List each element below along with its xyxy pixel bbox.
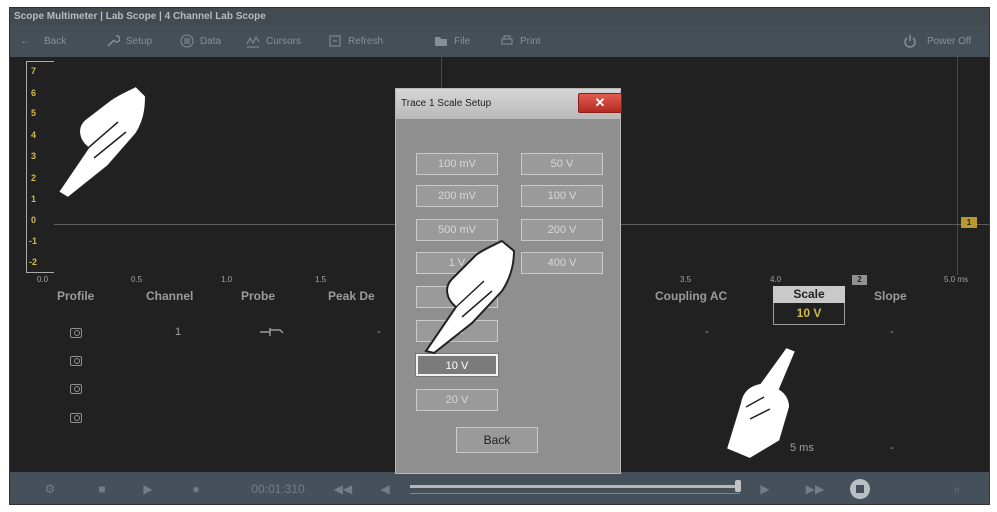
x-tick: 0.0 <box>37 275 49 284</box>
dialog-title: Trace 1 Scale Setup <box>401 98 492 109</box>
back-button[interactable]: ← Back <box>20 25 66 57</box>
scale-option-200mv[interactable]: 200 mV <box>416 185 498 207</box>
fast-forward-icon[interactable]: ▶▶ <box>804 472 826 504</box>
scale-option-100mv[interactable]: 100 mV <box>416 153 498 175</box>
x-tick: 4.0 <box>770 275 782 284</box>
scale-option-20v[interactable]: 20 V <box>416 389 498 411</box>
y-tick: -1 <box>29 236 38 246</box>
wrench-icon <box>107 35 120 47</box>
x-tick: 1.0 <box>221 275 233 284</box>
snapshot-icon-graphic <box>850 479 870 499</box>
printer-icon <box>501 35 513 45</box>
record-icon[interactable]: ● <box>186 472 206 504</box>
y-tick: 0 <box>31 215 37 225</box>
cell-scale[interactable]: 10 V <box>773 303 845 325</box>
power-icon <box>904 35 916 48</box>
column-header-probe: Probe <box>241 289 276 303</box>
profile-eye-icon[interactable] <box>70 328 82 338</box>
playback-bar: ⚙ ■ ▶ ● 00:01:310 ◀◀ ◀ ▶ ▶▶ ⌕ <box>10 472 989 504</box>
power-off-button[interactable]: Power Off <box>903 25 971 57</box>
cell-channel: 1 <box>175 326 182 338</box>
y-tick: 7 <box>31 66 37 76</box>
y-tick: 5 <box>31 108 37 118</box>
channel-2-marker[interactable]: 2 <box>852 275 867 285</box>
cursors-icon <box>246 35 260 48</box>
column-header-channel: Channel <box>146 289 194 303</box>
cursors-button[interactable]: Cursors <box>246 25 301 57</box>
trace-1-marker[interactable]: 1 <box>961 217 977 228</box>
scale-option-10v[interactable]: 10 V <box>415 353 499 377</box>
probe-icon[interactable] <box>258 326 286 338</box>
dialog-back-button[interactable]: Back <box>456 427 538 453</box>
play-icon[interactable]: ▶ <box>138 472 158 504</box>
file-button[interactable]: File <box>434 25 470 57</box>
column-header-peak-detect: Peak De <box>328 289 375 303</box>
y-tick: 6 <box>31 88 37 98</box>
pointing-hand-icon <box>56 84 148 198</box>
rewind-icon[interactable]: ◀◀ <box>332 472 354 504</box>
x-tick: 1.5 <box>315 275 327 284</box>
x-tick: 5.0 ms <box>944 275 969 284</box>
scope-app-window: Scope Multimeter | Lab Scope | 4 Channel… <box>9 7 990 505</box>
column-header-scale[interactable]: Scale <box>773 286 845 303</box>
profile-eye-icon[interactable] <box>70 356 82 366</box>
settings-gear-icon[interactable]: ⚙ <box>38 472 62 504</box>
playback-slider-thumb[interactable] <box>735 480 741 492</box>
scale-option-400v[interactable]: 400 V <box>521 252 603 274</box>
playback-slider-track[interactable] <box>410 485 740 488</box>
step-forward-icon[interactable]: ▶ <box>756 472 774 504</box>
print-button[interactable]: Print <box>500 25 541 57</box>
y-tick: 1 <box>31 194 37 204</box>
column-header-coupling: Coupling AC <box>655 289 728 303</box>
playback-slider-track-lower <box>410 493 740 494</box>
grid-line <box>957 57 958 275</box>
toolbar: ← Back Setup Data Cursors Refresh File P… <box>10 25 989 57</box>
cell-slope-bottom: - <box>890 442 894 454</box>
folder-icon <box>435 37 447 46</box>
window-title: Scope Multimeter | Lab Scope | 4 Channel… <box>10 8 989 25</box>
y-tick: 4 <box>31 130 37 140</box>
playback-time: 00:01:310 <box>251 482 305 496</box>
back-arrow-icon: ← <box>20 35 30 47</box>
column-header-profile: Profile <box>57 289 95 303</box>
column-header-slope: Slope <box>874 289 907 303</box>
refresh-button[interactable]: Refresh <box>328 25 383 57</box>
data-button[interactable]: Data <box>180 25 221 57</box>
refresh-icon <box>329 35 341 47</box>
y-tick: 2 <box>31 173 37 183</box>
zoom-icon[interactable]: ⌕ <box>946 472 968 504</box>
x-tick: 0.5 <box>131 275 143 284</box>
snapshot-icon[interactable] <box>848 472 872 504</box>
cell-peak-detect: - <box>377 326 381 338</box>
scale-option-200v[interactable]: 200 V <box>521 219 603 241</box>
pointing-hand-icon <box>424 239 516 355</box>
setup-button[interactable]: Setup <box>106 25 152 57</box>
pointing-hand-icon <box>724 345 798 459</box>
y-tick: -2 <box>29 257 38 267</box>
profile-eye-icon[interactable] <box>70 413 82 423</box>
scale-option-50v[interactable]: 50 V <box>521 153 603 175</box>
dialog-close-button[interactable]: ✕ <box>578 93 622 113</box>
cell-coupling: - <box>705 326 709 338</box>
y-tick: 3 <box>31 151 37 161</box>
step-back-icon[interactable]: ◀ <box>376 472 394 504</box>
stop-icon[interactable]: ■ <box>92 472 112 504</box>
scale-option-100v[interactable]: 100 V <box>521 185 603 207</box>
x-tick: 3.5 <box>680 275 692 284</box>
cell-slope: - <box>890 326 894 338</box>
profile-eye-icon[interactable] <box>70 384 82 394</box>
list-icon <box>180 34 194 48</box>
